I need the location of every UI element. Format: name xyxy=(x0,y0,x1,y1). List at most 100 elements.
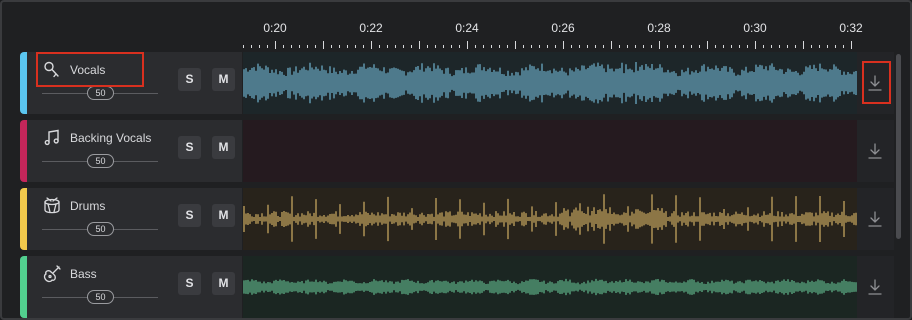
timeline-tick xyxy=(499,45,500,48)
track-color-bar xyxy=(20,52,27,114)
download-button[interactable] xyxy=(857,188,894,250)
timeline-tick xyxy=(603,45,604,48)
timeline-tick xyxy=(363,45,364,48)
drum-icon xyxy=(43,197,61,215)
timeline-tick xyxy=(243,45,244,48)
timeline-tick xyxy=(347,45,348,48)
timeline-label: 0:20 xyxy=(263,21,287,35)
track-vocals: Vocals 50 S M xyxy=(20,52,894,116)
timeline-label: 0:28 xyxy=(647,21,671,35)
mute-button[interactable]: M xyxy=(212,136,235,159)
timeline-tick xyxy=(435,45,436,48)
track-name: Backing Vocals xyxy=(70,131,152,145)
timeline-tick xyxy=(539,45,540,48)
highlight-box-download xyxy=(862,61,891,104)
timeline-tick xyxy=(795,45,796,48)
timeline-tick xyxy=(395,45,396,48)
waveform-path xyxy=(243,194,857,244)
timeline-tick xyxy=(403,45,404,48)
timeline-tick xyxy=(411,45,412,48)
timeline-tick xyxy=(827,45,828,48)
timeline-tick xyxy=(259,45,260,48)
timeline-tick xyxy=(579,45,580,48)
timeline-label: 0:22 xyxy=(359,21,383,35)
download-button[interactable] xyxy=(857,120,894,182)
timeline-label: 0:24 xyxy=(455,21,479,35)
mute-button[interactable]: M xyxy=(212,204,235,227)
timeline-tick xyxy=(307,45,308,48)
track-controls: Bass 50 S M xyxy=(27,256,242,318)
track-controls: Drums 50 S M xyxy=(27,188,242,250)
solo-button[interactable]: S xyxy=(178,272,201,295)
timeline-tick xyxy=(779,45,780,48)
waveform-path xyxy=(243,278,857,296)
timeline-tick xyxy=(675,45,676,48)
track-name: Bass xyxy=(70,267,97,281)
vertical-scrollbar[interactable] xyxy=(896,54,901,239)
timeline-label: 0:32 xyxy=(839,21,863,35)
track-color-bar xyxy=(20,188,27,250)
waveform xyxy=(243,194,857,244)
mute-button[interactable]: M xyxy=(212,272,235,295)
timeline-tick xyxy=(475,45,476,48)
timeline-tick xyxy=(643,45,644,48)
timeline-tick xyxy=(803,41,804,49)
solo-button[interactable]: S xyxy=(178,68,201,91)
waveform-lane[interactable] xyxy=(243,52,857,114)
timeline-tick xyxy=(571,45,572,48)
timeline-tick xyxy=(451,45,452,48)
volume-slider-knob[interactable]: 50 xyxy=(87,290,114,304)
timeline-tick xyxy=(683,45,684,48)
timeline-tick xyxy=(715,45,716,48)
volume-slider-knob[interactable]: 50 xyxy=(87,222,114,236)
timeline-tick xyxy=(787,45,788,48)
timeline-tick xyxy=(387,45,388,48)
timeline-tick xyxy=(523,45,524,48)
timeline-tick xyxy=(339,45,340,48)
timeline-tick xyxy=(299,45,300,48)
timeline-tick xyxy=(371,41,372,49)
timeline-label: 0:26 xyxy=(551,21,575,35)
waveform-lane[interactable] xyxy=(243,188,857,250)
timeline-tick xyxy=(251,45,252,48)
timeline-tick xyxy=(771,45,772,48)
waveform xyxy=(243,278,857,296)
timeline-tick xyxy=(515,41,516,49)
timeline-tick xyxy=(443,45,444,48)
waveform-path xyxy=(243,62,857,104)
volume-slider-knob[interactable]: 50 xyxy=(87,86,114,100)
waveform-lane[interactable] xyxy=(243,256,857,318)
timeline-tick xyxy=(547,45,548,48)
timeline-tick xyxy=(699,45,700,48)
waveform-lane[interactable] xyxy=(243,120,857,182)
timeline-tick xyxy=(563,41,564,49)
timeline-tick xyxy=(851,41,852,49)
timeline-tick xyxy=(763,45,764,48)
track-name: Drums xyxy=(70,199,106,213)
timeline-tick xyxy=(811,45,812,48)
timeline-tick xyxy=(667,45,668,48)
timeline-ruler[interactable]: 0:20 0:22 0:24 0:26 0:28 0:30 0:32 xyxy=(243,2,863,52)
timeline-tick xyxy=(427,45,428,48)
solo-button[interactable]: S xyxy=(178,204,201,227)
track-bass: Bass 50 S M xyxy=(20,256,894,318)
timeline-tick xyxy=(531,45,532,48)
track-controls: Backing Vocals 50 S M xyxy=(27,120,242,182)
download-button[interactable] xyxy=(857,256,894,318)
solo-button[interactable]: S xyxy=(178,136,201,159)
guitar-icon xyxy=(43,265,61,283)
timeline-tick xyxy=(483,45,484,48)
timeline-tick xyxy=(315,45,316,48)
timeline-tick xyxy=(355,45,356,48)
timeline-tick xyxy=(691,45,692,48)
track-backing-vocals: Backing Vocals 50 S M xyxy=(20,120,894,184)
timeline-tick xyxy=(755,41,756,49)
timeline-tick xyxy=(275,41,276,49)
timeline-tick xyxy=(843,45,844,48)
timeline-tick xyxy=(555,45,556,48)
waveform xyxy=(243,62,857,104)
timeline-tick xyxy=(459,45,460,48)
mute-button[interactable]: M xyxy=(212,68,235,91)
volume-slider-knob[interactable]: 50 xyxy=(87,154,114,168)
timeline-tick xyxy=(419,41,420,49)
